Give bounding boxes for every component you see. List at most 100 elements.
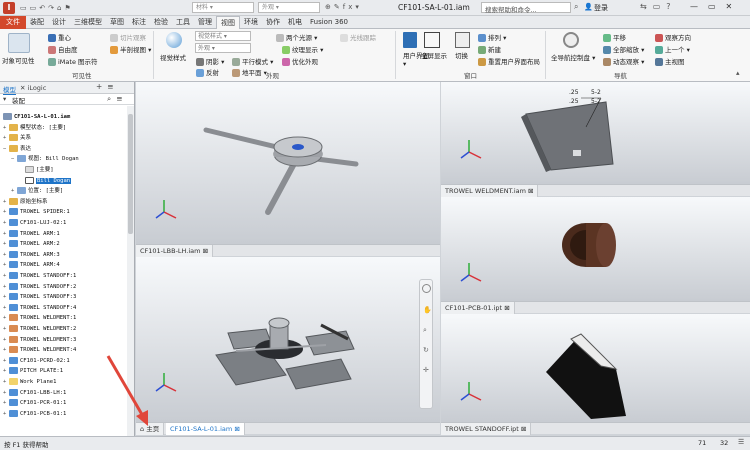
doc-tab-pcb-01[interactable]: CF101-PCB-01.ipt ⊠ <box>441 302 515 314</box>
tree-item[interactable]: + TROWEL WELDMENT:2 <box>3 324 76 335</box>
navigation-wheel-icon[interactable] <box>563 32 579 48</box>
dof-button[interactable]: 自由度 <box>48 44 78 54</box>
doc-tab-sa-l-01[interactable]: CF101-SA-L-01.iam ⊠ <box>166 423 245 435</box>
help-search-input[interactable]: 搜索帮助和命令... <box>485 4 537 14</box>
tab-inspect[interactable]: 检验 <box>150 16 172 29</box>
user-interface-icon[interactable] <box>403 32 417 48</box>
help-search-box[interactable]: 搜索帮助和命令... <box>481 2 571 14</box>
ground-plane-button[interactable]: 地平面 ▾ <box>232 67 267 77</box>
tab-design[interactable]: 设计 <box>48 16 70 29</box>
viewport-sa-l-01[interactable]: ✋ ⌕ ↻ ✛ <box>136 257 440 422</box>
tree-item[interactable]: + TROWEL STANDOFF:1 <box>3 271 76 282</box>
tab-sketch[interactable]: 草图 <box>106 16 128 29</box>
optimize-appearance-button[interactable]: 优化外观 <box>282 56 318 66</box>
tree-item[interactable]: + 位置: [主要] <box>11 186 63 197</box>
doc-tab-trowel-standoff[interactable]: TROWEL STANDOFF.ipt ⊠ <box>441 423 532 435</box>
tree-item[interactable]: + 模型状态: [主要] <box>3 123 66 134</box>
appearance-dropdown[interactable]: 外观 ▾ <box>258 2 320 13</box>
tree-item[interactable]: + TROWEL SPIDER:1 <box>3 207 70 218</box>
tab-annotate[interactable]: 标注 <box>128 16 150 29</box>
visual-style-icon[interactable] <box>166 32 182 48</box>
navbar-lookat-icon[interactable]: ✛ <box>423 366 429 374</box>
scrollbar-thumb[interactable] <box>128 114 133 234</box>
tree-item[interactable]: + 原始坐标系 <box>3 197 48 208</box>
pan-button[interactable]: 平移 <box>603 32 626 42</box>
switch-window-icon[interactable] <box>455 32 470 48</box>
appearance-override-dropdown[interactable]: 外观 ▾ <box>195 43 251 53</box>
half-section-button[interactable]: 半剖视图 ▾ <box>110 44 151 54</box>
browser-tab-controls[interactable]: +≡ <box>96 82 119 91</box>
tree-item[interactable]: + CF101-LBB-LH:1 <box>3 388 66 399</box>
tree-item[interactable]: [主要] <box>25 165 54 176</box>
filter-icon[interactable]: ▾ <box>3 95 6 103</box>
tree-item[interactable]: + TROWEL WELDMENT:4 <box>3 345 76 356</box>
home-view-button[interactable]: 主视图 <box>655 56 685 66</box>
login-link[interactable]: 登录 <box>594 3 608 13</box>
fullscreen-icon[interactable] <box>424 32 440 48</box>
ray-tracing-button[interactable]: 光线跟踪 <box>340 32 376 42</box>
tab-3d-model[interactable]: 三维模型 <box>70 16 106 29</box>
tab-environments[interactable]: 环境 <box>240 16 262 29</box>
tree-item[interactable]: + TROWEL ARM:2 <box>3 239 60 250</box>
tab-collaborate[interactable]: 协作 <box>262 16 284 29</box>
tree-item[interactable]: + TROWEL WELDMENT:3 <box>3 335 76 346</box>
fullscreen-button[interactable]: 全屏显示 <box>421 50 447 60</box>
new-window-button[interactable]: 新建 <box>478 44 501 54</box>
tab-tools[interactable]: 工具 <box>172 16 194 29</box>
parallel-mode-button[interactable]: 平行模式 ▾ <box>232 56 273 66</box>
tree-item[interactable]: + TROWEL ARM:4 <box>3 260 60 271</box>
tree-item[interactable]: + CF101-PCB-01:1 <box>3 409 66 420</box>
reset-ui-layout-button[interactable]: 重置用户界面布局 <box>478 56 540 66</box>
orbit-button[interactable]: 动态观察 ▾ <box>603 56 644 66</box>
quick-tools[interactable]: ⊕✎fx▾ <box>325 3 362 11</box>
previous-view-button[interactable]: 上一个 ▾ <box>655 44 690 54</box>
visual-style-button[interactable]: 视觉样式 <box>160 52 186 62</box>
zoom-all-button[interactable]: 全部缩放 ▾ <box>603 44 644 54</box>
navbar-orbit-icon[interactable]: ↻ <box>423 346 429 354</box>
doc-tab-trowel-weldment[interactable]: TROWEL WELDMENT.iam ⊠ <box>441 185 539 197</box>
object-visibility-button[interactable]: 对象可见性 <box>2 55 35 65</box>
full-navigation-wheel-button[interactable]: 全导航控制盘 ▾ <box>551 52 595 62</box>
quick-access-toolbar[interactable]: ▭▭↶↷⌂⚑ <box>20 4 74 12</box>
tree-item[interactable]: + TROWEL STANDOFF:3 <box>3 292 76 303</box>
browser-tab-ilogic[interactable]: ✕ iLogic <box>20 84 46 92</box>
tree-item[interactable]: + CF101-PCR-01:1 <box>3 398 66 409</box>
reflection-button[interactable]: 反射 <box>196 67 219 77</box>
viewport-trowel-weldment[interactable]: .25 5-2 .25 5-2 <box>441 82 750 184</box>
search-icon[interactable]: ⌕ <box>574 2 578 12</box>
tree-item[interactable]: + PITCH PLATE:1 <box>3 366 63 377</box>
title-icons[interactable]: ⇆▭? <box>640 2 677 11</box>
viewport-trowel-standoff[interactable] <box>441 314 750 422</box>
tree-item[interactable]: − 表达 <box>3 144 31 155</box>
switch-window-button[interactable]: 切换 <box>455 50 468 60</box>
tree-root[interactable]: CF101-SA-L-01.iam <box>3 112 70 123</box>
shadows-button[interactable]: 阴影 ▾ <box>196 56 224 66</box>
tree-item[interactable]: + TROWEL ARM:1 <box>3 229 60 240</box>
ribbon-minimize-icon[interactable]: ▴ <box>736 69 740 77</box>
doc-tab-lbb-lh[interactable]: CF101-LBB-LH.iam ⊠ <box>136 245 214 257</box>
arrange-button[interactable]: 排列 ▾ <box>478 32 506 42</box>
material-dropdown[interactable]: 材料 ▾ <box>192 2 254 13</box>
tab-fusion-360[interactable]: Fusion 360 <box>306 16 352 29</box>
tree-item[interactable]: + Work Plane1 <box>3 377 56 388</box>
tree-item[interactable]: + TROWEL STANDOFF:2 <box>3 282 76 293</box>
viewport-lbb-lh[interactable] <box>136 82 440 244</box>
tree-item[interactable]: + CF101-LUJ-02:1 <box>3 218 66 229</box>
lighting-dropdown[interactable]: 两个光源 ▾ <box>276 32 317 42</box>
tree-item[interactable]: + TROWEL ARM:3 <box>3 250 60 261</box>
tab-assemble[interactable]: 装配 <box>26 16 48 29</box>
browser-search-menu[interactable]: ⌕≡ <box>107 94 127 104</box>
object-visibility-icon[interactable] <box>8 33 30 53</box>
tree-item[interactable]: + CF101-PCRD-02:1 <box>3 356 70 367</box>
tab-file[interactable]: 文件 <box>0 16 26 29</box>
tab-manage[interactable]: 管理 <box>194 16 216 29</box>
tree-item[interactable]: − 视图: Bill Dogan <box>11 154 79 165</box>
tree-item[interactable]: + TROWEL STANDOFF:4 <box>3 303 76 314</box>
viewport-pcb-01[interactable] <box>441 197 750 301</box>
tab-view[interactable]: 视图 <box>216 16 240 29</box>
navbar-zoom-icon[interactable]: ⌕ <box>423 326 427 335</box>
tree-item[interactable]: + 关系 <box>3 133 31 144</box>
textures-button[interactable]: 纹理显示 ▾ <box>282 44 323 54</box>
window-controls[interactable]: —▭✕ <box>690 2 742 11</box>
tab-electromechanical[interactable]: 机电 <box>284 16 306 29</box>
